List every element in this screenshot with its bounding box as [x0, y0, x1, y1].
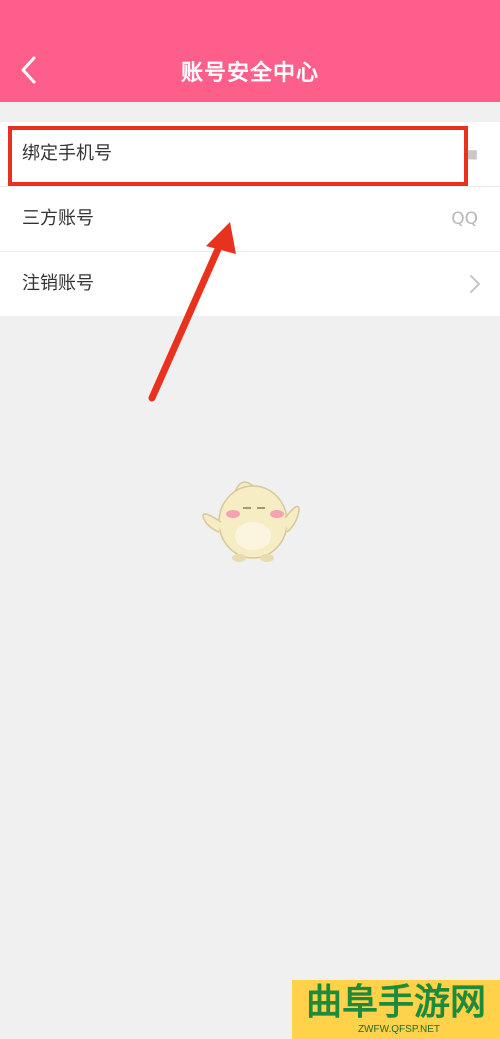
cancel-account-row[interactable]: 注销账号	[0, 252, 500, 316]
settings-list: 绑定手机号 ■ 三方账号 QQ 注销账号	[0, 122, 500, 316]
third-party-account-label: 三方账号	[22, 208, 94, 229]
cancel-account-label: 注销账号	[22, 273, 94, 294]
watermark: 曲阜手游网 ZWFW.QFSP.NET	[292, 980, 500, 1039]
chevron-right-icon	[470, 275, 480, 293]
watermark-url: ZWFW.QFSP.NET	[357, 1024, 440, 1035]
bind-phone-value: ■	[466, 147, 478, 161]
mascot-icon	[202, 481, 300, 562]
watermark-title: 曲阜手游网	[305, 981, 486, 1023]
bind-phone-label: 绑定手机号	[22, 143, 112, 164]
app-header: 账号安全中心	[0, 0, 500, 102]
third-party-account-row[interactable]: 三方账号 QQ	[0, 187, 500, 252]
bind-phone-row[interactable]: 绑定手机号 ■	[0, 122, 500, 187]
third-party-account-value: QQ	[451, 209, 478, 229]
page-title: 账号安全中心	[180, 61, 319, 86]
